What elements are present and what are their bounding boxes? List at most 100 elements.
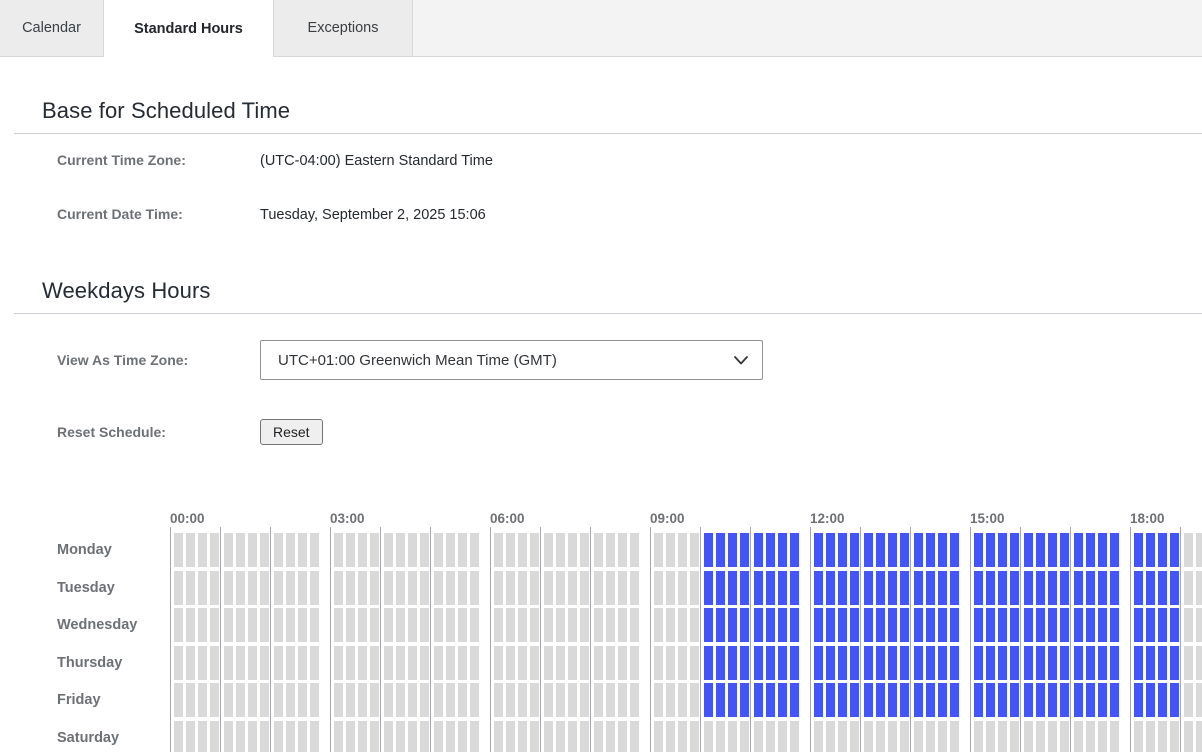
schedule-cell[interactable] <box>286 571 295 605</box>
schedule-cell[interactable] <box>1184 533 1193 567</box>
schedule-cell[interactable] <box>286 683 295 717</box>
schedule-cell[interactable] <box>766 721 775 752</box>
schedule-cell[interactable] <box>926 533 935 567</box>
schedule-cell[interactable] <box>986 533 995 567</box>
schedule-cell[interactable] <box>1048 533 1057 567</box>
schedule-cell[interactable] <box>888 646 897 680</box>
schedule-cell[interactable] <box>434 721 443 752</box>
schedule-cell[interactable] <box>986 571 995 605</box>
schedule-cell[interactable] <box>850 533 859 567</box>
schedule-cell[interactable] <box>370 683 379 717</box>
schedule-cell[interactable] <box>716 683 725 717</box>
schedule-cell[interactable] <box>654 721 663 752</box>
schedule-cell[interactable] <box>260 533 269 567</box>
schedule-cell[interactable] <box>850 721 859 752</box>
schedule-cell[interactable] <box>1024 533 1033 567</box>
schedule-cell[interactable] <box>974 571 983 605</box>
schedule-cell[interactable] <box>864 683 873 717</box>
schedule-cell[interactable] <box>1158 721 1167 752</box>
schedule-cell[interactable] <box>1086 571 1095 605</box>
schedule-cell[interactable] <box>260 721 269 752</box>
schedule-cell[interactable] <box>186 608 195 642</box>
schedule-cell[interactable] <box>334 721 343 752</box>
schedule-cell[interactable] <box>346 721 355 752</box>
schedule-cell[interactable] <box>778 533 787 567</box>
schedule-cell[interactable] <box>716 533 725 567</box>
schedule-cell[interactable] <box>556 683 565 717</box>
schedule-cell[interactable] <box>888 571 897 605</box>
schedule-cell[interactable] <box>850 646 859 680</box>
tab-calendar[interactable]: Calendar <box>0 0 104 56</box>
schedule-cell[interactable] <box>1086 646 1095 680</box>
schedule-cell[interactable] <box>938 721 947 752</box>
schedule-cell[interactable] <box>974 608 983 642</box>
schedule-cell[interactable] <box>1196 571 1202 605</box>
schedule-cell[interactable] <box>1024 571 1033 605</box>
schedule-cell[interactable] <box>950 683 959 717</box>
schedule-cell[interactable] <box>1184 571 1193 605</box>
schedule-cell[interactable] <box>458 608 467 642</box>
schedule-cell[interactable] <box>850 683 859 717</box>
schedule-cell[interactable] <box>1134 571 1143 605</box>
schedule-cell[interactable] <box>1010 646 1019 680</box>
schedule-cell[interactable] <box>358 533 367 567</box>
schedule-cell[interactable] <box>1196 533 1202 567</box>
schedule-cell[interactable] <box>310 721 319 752</box>
schedule-cell[interactable] <box>690 646 699 680</box>
schedule-cell[interactable] <box>518 608 527 642</box>
schedule-cell[interactable] <box>950 608 959 642</box>
schedule-cell[interactable] <box>950 721 959 752</box>
schedule-cell[interactable] <box>876 646 885 680</box>
schedule-cell[interactable] <box>420 683 429 717</box>
schedule-cell[interactable] <box>384 608 393 642</box>
schedule-cell[interactable] <box>358 721 367 752</box>
schedule-cell[interactable] <box>1074 533 1083 567</box>
schedule-cell[interactable] <box>1184 646 1193 680</box>
schedule-cell[interactable] <box>704 533 713 567</box>
schedule-cell[interactable] <box>274 683 283 717</box>
schedule-cell[interactable] <box>186 533 195 567</box>
schedule-cell[interactable] <box>900 646 909 680</box>
schedule-cell[interactable] <box>790 721 799 752</box>
schedule-cell[interactable] <box>1098 646 1107 680</box>
schedule-cell[interactable] <box>728 533 737 567</box>
schedule-cell[interactable] <box>346 608 355 642</box>
schedule-cell[interactable] <box>434 608 443 642</box>
schedule-cell[interactable] <box>334 608 343 642</box>
schedule-cell[interactable] <box>594 683 603 717</box>
schedule-cell[interactable] <box>530 721 539 752</box>
schedule-cell[interactable] <box>1048 608 1057 642</box>
schedule-cell[interactable] <box>370 608 379 642</box>
schedule-cell[interactable] <box>458 721 467 752</box>
schedule-cell[interactable] <box>494 533 503 567</box>
schedule-cell[interactable] <box>186 646 195 680</box>
schedule-cell[interactable] <box>1086 533 1095 567</box>
schedule-cell[interactable] <box>1196 683 1202 717</box>
schedule-cell[interactable] <box>876 571 885 605</box>
schedule-cell[interactable] <box>740 608 749 642</box>
schedule-cell[interactable] <box>826 608 835 642</box>
schedule-cell[interactable] <box>1158 683 1167 717</box>
schedule-cell[interactable] <box>408 608 417 642</box>
schedule-cell[interactable] <box>716 646 725 680</box>
schedule-cell[interactable] <box>174 721 183 752</box>
schedule-cell[interactable] <box>420 533 429 567</box>
schedule-cell[interactable] <box>470 683 479 717</box>
schedule-cell[interactable] <box>950 571 959 605</box>
schedule-cell[interactable] <box>1134 683 1143 717</box>
schedule-cell[interactable] <box>888 721 897 752</box>
tab-standard-hours[interactable]: Standard Hours <box>104 0 274 57</box>
schedule-cell[interactable] <box>986 683 995 717</box>
schedule-cell[interactable] <box>446 608 455 642</box>
schedule-cell[interactable] <box>346 533 355 567</box>
schedule-cell[interactable] <box>298 533 307 567</box>
schedule-cell[interactable] <box>876 683 885 717</box>
schedule-cell[interactable] <box>876 608 885 642</box>
schedule-cell[interactable] <box>210 608 219 642</box>
schedule-cell[interactable] <box>950 533 959 567</box>
schedule-cell[interactable] <box>1024 608 1033 642</box>
schedule-cell[interactable] <box>420 721 429 752</box>
schedule-cell[interactable] <box>568 683 577 717</box>
schedule-cell[interactable] <box>556 571 565 605</box>
schedule-cell[interactable] <box>384 571 393 605</box>
